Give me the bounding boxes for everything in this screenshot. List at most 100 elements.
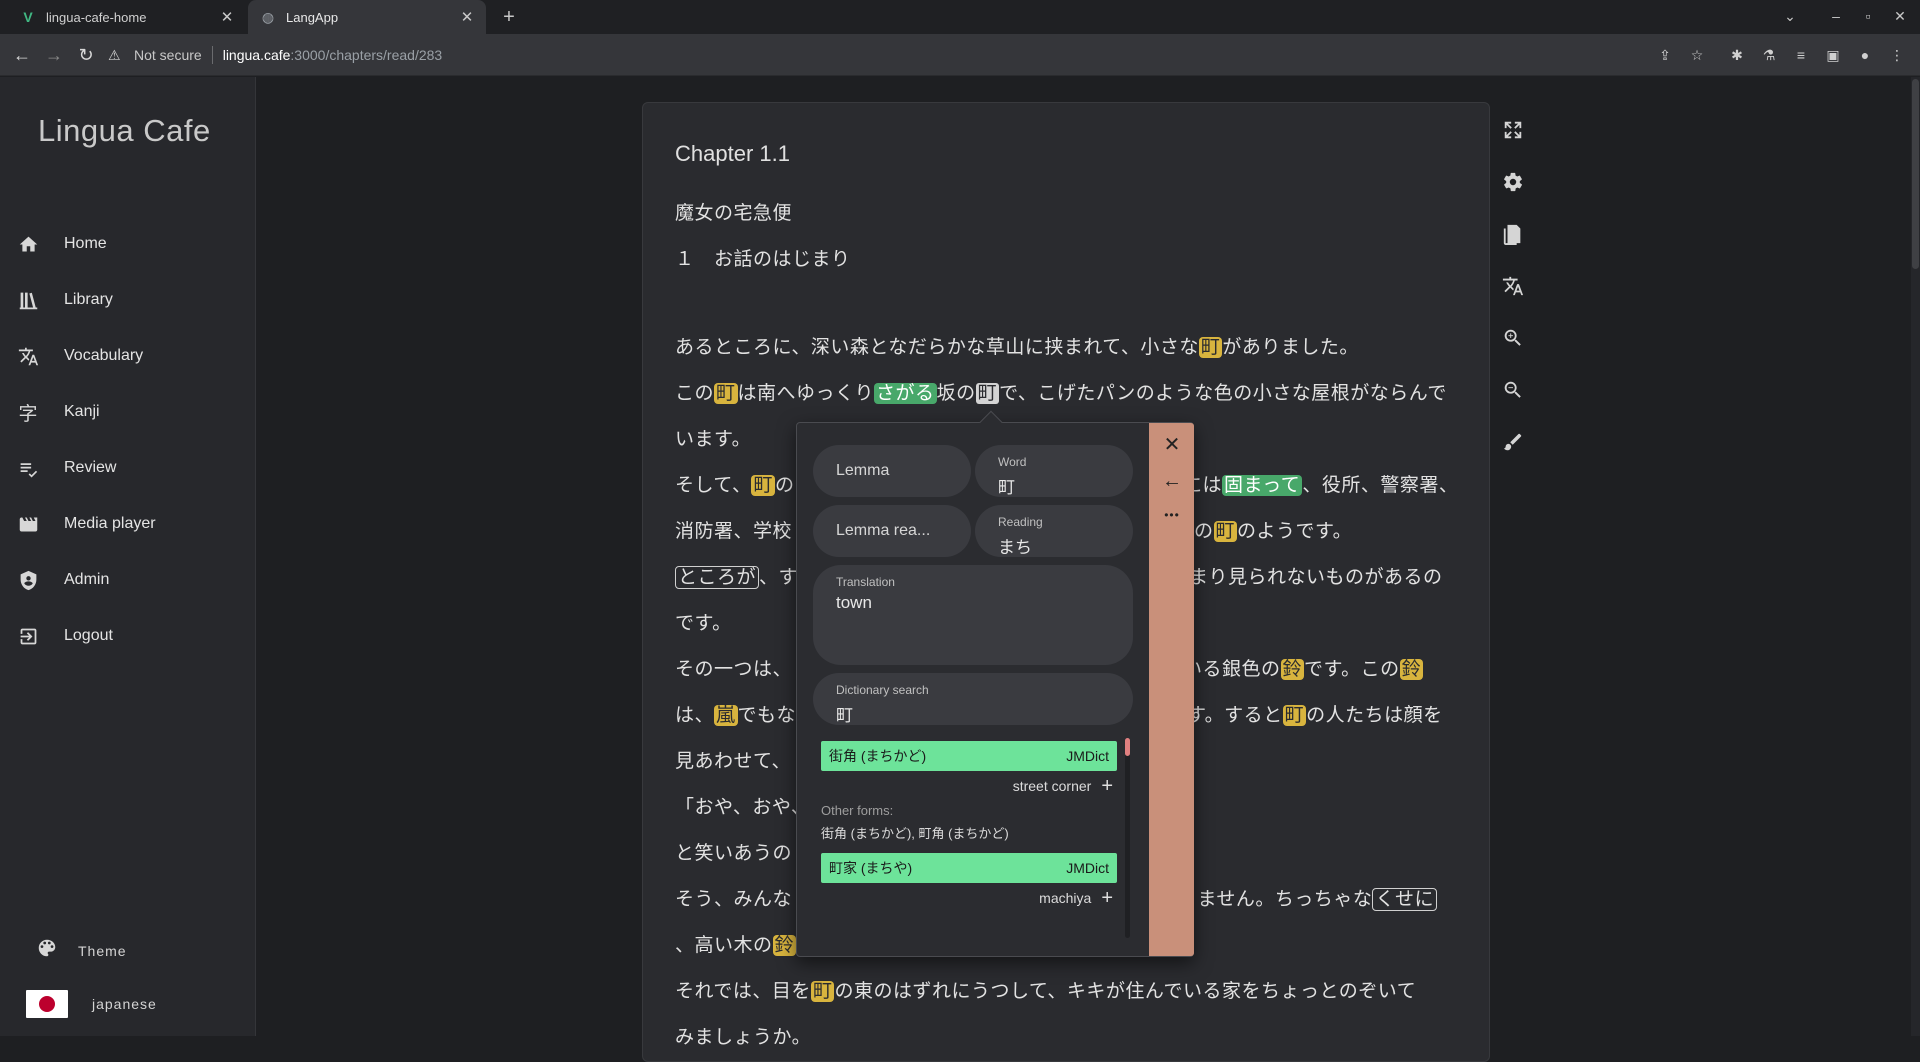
media-player-icon [17, 513, 39, 535]
results-scrollbar[interactable] [1125, 738, 1130, 938]
sidebar-item-vocabulary[interactable]: Vocabulary [0, 332, 256, 380]
book-title: 魔女の宅急便 [675, 203, 793, 224]
browser-tab-home[interactable]: V lingua-cafe-home ✕ [8, 0, 246, 34]
forward-icon[interactable]: → [42, 44, 66, 66]
menu-icon[interactable]: ⋮ [1887, 45, 1907, 65]
sidebar-item-label: Admin [64, 571, 110, 588]
word-selected[interactable]: 町 [975, 383, 1000, 404]
add-definition-icon[interactable]: + [1101, 776, 1113, 796]
text: は南へゆっくり [737, 383, 875, 404]
zoom-out-button[interactable] [1500, 377, 1526, 403]
minimize-icon[interactable]: – [1826, 8, 1846, 24]
word-field[interactable]: Word 町 [975, 445, 1133, 497]
zoom-in-button[interactable] [1500, 325, 1526, 351]
vue-logo-icon: V [23, 9, 33, 25]
text: りません。ちっちゃな [1178, 889, 1373, 910]
zoom-out-icon [1504, 381, 1521, 398]
word-known[interactable]: 鈴 [1399, 659, 1424, 680]
word-unknown[interactable]: くせに [1372, 888, 1437, 911]
popup-side-toolbar: ✕ ← ••• [1149, 423, 1194, 956]
definition-row[interactable]: street corner + [821, 775, 1117, 797]
text-line: りません。ちっちゃな くせに [1178, 884, 1437, 911]
word-known[interactable]: 鈴 [1280, 659, 1305, 680]
word-learning[interactable]: さがる [874, 383, 937, 404]
home-icon [17, 233, 39, 255]
flashcards-button[interactable] [1500, 221, 1526, 247]
back-arrow-icon[interactable]: ← [1160, 469, 1184, 493]
media-queue-icon[interactable]: ≡ [1791, 45, 1811, 65]
sidebar-item-kanji[interactable]: 字 Kanji [0, 388, 256, 436]
labs-icon[interactable]: ⚗ [1759, 45, 1779, 65]
definition-row[interactable]: machiya + [821, 887, 1117, 909]
word-known[interactable]: 町 [810, 981, 835, 1002]
more-options-icon[interactable]: ••• [1160, 503, 1184, 527]
dictionary-result[interactable]: 町家 (まちや) JMDict [821, 853, 1117, 883]
profile-icon[interactable]: ● [1855, 45, 1875, 65]
add-definition-icon[interactable]: + [1101, 888, 1113, 908]
dictionary-search-field[interactable]: Dictionary search 町 [813, 673, 1133, 725]
word-known[interactable]: 町 [1198, 337, 1223, 358]
scrollbar-thumb[interactable] [1912, 79, 1919, 269]
security-label: Not secure [134, 47, 202, 63]
dictionary-term: 街角 (まちかど) [829, 748, 927, 764]
side-panel-icon[interactable]: ▣ [1823, 45, 1843, 65]
back-icon[interactable]: ← [10, 44, 34, 66]
sidebar-item-media-player[interactable]: Media player [0, 500, 256, 548]
cards-icon [1503, 224, 1521, 245]
scrollbar-thumb[interactable] [1125, 738, 1130, 756]
translate-button[interactable] [1500, 273, 1526, 299]
settings-button[interactable] [1500, 169, 1526, 195]
close-tab-icon[interactable]: ✕ [218, 8, 236, 26]
sidebar-item-home[interactable]: Home [0, 220, 256, 268]
reading-label: Reading [998, 515, 1043, 529]
edit-button[interactable] [1500, 429, 1526, 455]
sidebar-item-library[interactable]: Library [0, 276, 256, 324]
sidebar-item-review[interactable]: Review [0, 444, 256, 492]
dictionary-result[interactable]: 街角 (まちかど) JMDict [821, 741, 1117, 771]
new-tab-button[interactable]: + [498, 6, 520, 28]
word-known[interactable]: 町 [1213, 521, 1238, 542]
lemma-reading-field[interactable]: Lemma rea... [813, 505, 971, 557]
word-known[interactable]: 嵐 [714, 705, 738, 726]
logout-icon [17, 625, 39, 647]
page-scrollbar[interactable] [1911, 77, 1920, 1036]
word-known[interactable]: 町 [751, 475, 775, 496]
fullscreen-button[interactable] [1500, 117, 1526, 143]
sidebar-item-logout[interactable]: Logout [0, 612, 256, 660]
close-window-icon[interactable]: ✕ [1890, 8, 1910, 25]
word-learning[interactable]: 固まって [1222, 475, 1303, 496]
tab-title: LangApp [286, 9, 339, 25]
share-icon[interactable]: ⇪ [1655, 45, 1675, 65]
theme-toggle[interactable]: Theme [36, 937, 127, 964]
translation-field[interactable]: Translation town [813, 565, 1133, 665]
text-line: そう、みんな [675, 889, 793, 910]
word-known[interactable]: 町 [1282, 705, 1307, 726]
tab-search-icon[interactable]: ⌄ [1780, 8, 1800, 25]
sidebar-item-label: Library [64, 291, 113, 308]
sidebar-item-label: Home [64, 235, 107, 252]
text: です。この [1304, 659, 1400, 680]
sidebar-item-admin[interactable]: Admin [0, 556, 256, 604]
text-line: 、高い木の鈴 [675, 930, 797, 957]
bookmark-star-icon[interactable]: ☆ [1687, 45, 1707, 65]
close-tab-icon[interactable]: ✕ [458, 8, 476, 26]
word-known[interactable]: 町 [714, 383, 738, 404]
reading-field[interactable]: Reading まち [975, 505, 1133, 557]
warning-icon: ⚠ [108, 46, 121, 63]
browser-tab-langapp[interactable]: ◍ LangApp ✕ [248, 0, 486, 34]
extensions-icon[interactable]: ✱ [1727, 45, 1747, 65]
text-line: そして、町の [675, 470, 795, 497]
reload-icon[interactable]: ↻ [74, 44, 98, 66]
word-unknown[interactable]: ところが [675, 566, 760, 589]
text-line: この町は南へゆっくり さがる 坂の町で、こげたパンのような色の小さな屋根がならんで [675, 378, 1447, 405]
text: の [1194, 521, 1214, 542]
lemma-field[interactable]: Lemma [813, 445, 971, 497]
word-known[interactable]: 鈴 [772, 935, 797, 956]
maximize-icon[interactable]: ▫ [1858, 8, 1878, 24]
sidebar-item-label: Logout [64, 627, 113, 644]
close-icon[interactable]: ✕ [1160, 433, 1184, 457]
language-selector[interactable]: japanese [26, 990, 157, 1018]
address-bar[interactable]: ⚠ Not secure lingua.cafe :3000/chapters/… [108, 40, 1688, 70]
text: の人たちは顔を [1306, 705, 1443, 726]
sidebar-item-label: Review [64, 459, 117, 476]
